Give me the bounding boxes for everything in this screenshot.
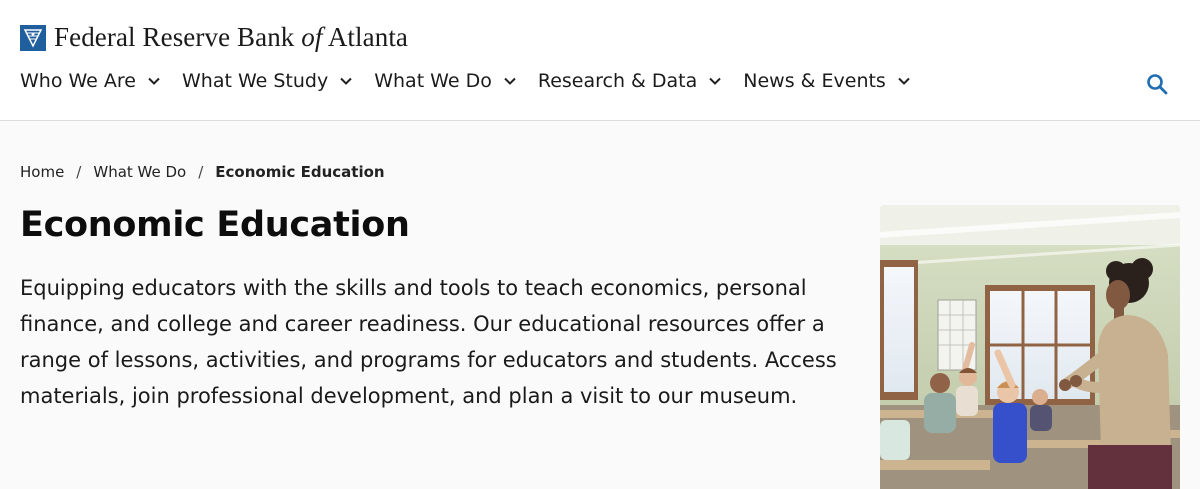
chevron-down-icon <box>709 77 721 85</box>
chevron-down-icon <box>340 77 352 85</box>
eagle-seal-icon <box>20 24 46 51</box>
nav-label: Research & Data <box>537 70 698 92</box>
nav-label: What We Do <box>374 70 492 92</box>
nav-label: What We Study <box>181 70 329 92</box>
breadcrumb: Home / What We Do / Economic Education <box>20 163 385 181</box>
search-icon[interactable] <box>1146 73 1168 95</box>
nav-item-what-we-do[interactable]: What We Do <box>374 70 516 92</box>
breadcrumb-what-we-do[interactable]: What We Do <box>93 163 186 181</box>
breadcrumb-separator: / <box>76 163 82 181</box>
site-header: Federal Reserve Bank of Atlanta Who We A… <box>0 0 1200 121</box>
breadcrumb-current: Economic Education <box>215 163 385 181</box>
chevron-down-icon <box>148 77 160 85</box>
nav-item-what-we-study[interactable]: What We Study <box>182 70 352 92</box>
nav-item-news-events[interactable]: News & Events <box>743 70 910 92</box>
nav-item-research-data[interactable]: Research & Data <box>538 70 721 92</box>
page-title: Economic Education <box>20 205 410 245</box>
nav-item-who-we-are[interactable]: Who We Are <box>20 70 160 92</box>
chevron-down-icon <box>898 77 910 85</box>
main-nav: Who We Are What We Study What We Do Rese… <box>20 70 932 92</box>
site-logo[interactable]: Federal Reserve Bank of Atlanta <box>20 22 408 53</box>
breadcrumb-home[interactable]: Home <box>20 163 64 181</box>
hero-image <box>880 205 1180 489</box>
chevron-down-icon <box>504 77 516 85</box>
brand-name: Federal Reserve Bank of Atlanta <box>54 22 408 52</box>
nav-label: Who We Are <box>20 70 136 92</box>
nav-label: News & Events <box>743 70 886 92</box>
page-intro: Equipping educators with the skills and … <box>20 276 837 408</box>
breadcrumb-separator: / <box>198 163 204 181</box>
